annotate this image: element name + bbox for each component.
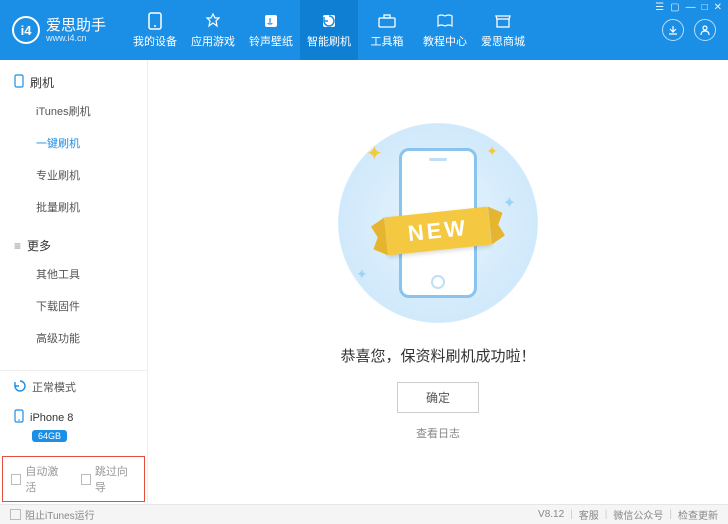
block-itunes-checkbox[interactable]: 阻止iTunes运行 xyxy=(10,507,95,522)
checkbox-icon xyxy=(10,509,21,520)
logo-url: www.i4.cn xyxy=(46,33,106,43)
sidebar-bottom: 正常模式 iPhone 8 64GB 自动激活 跳过向导 xyxy=(0,370,147,504)
phone-icon xyxy=(146,12,164,30)
sidebar-item-itunes-flash[interactable]: iTunes刷机 xyxy=(0,95,147,127)
version-label: V8.12 xyxy=(538,509,564,520)
view-log-link[interactable]: 查看日志 xyxy=(416,425,460,441)
device-row[interactable]: iPhone 8 64GB xyxy=(0,403,147,454)
success-illustration: ✦ ✦ ✦ ✦ NEW xyxy=(338,123,538,323)
footer-link-wechat[interactable]: 微信公众号 xyxy=(613,507,663,522)
star-icon: ✦ xyxy=(486,143,498,160)
sidebar-item-onekey-flash[interactable]: 一键刷机 xyxy=(0,127,147,159)
apps-icon xyxy=(204,12,222,30)
sidebar-item-batch-flash[interactable]: 批量刷机 xyxy=(0,191,147,223)
nav-label: 教程中心 xyxy=(423,33,467,49)
book-icon xyxy=(436,12,454,30)
star-icon: ✦ xyxy=(366,141,383,166)
nav-label: 工具箱 xyxy=(371,33,404,49)
star-icon: ✦ xyxy=(356,266,368,283)
skip-wizard-checkbox[interactable]: 跳过向导 xyxy=(81,463,137,495)
storage-badge: 64GB xyxy=(32,430,67,442)
nav-ringtones[interactable]: 铃声壁纸 xyxy=(242,0,300,60)
window-controls: ☰ ▢ — □ ✕ xyxy=(655,2,722,13)
header-right xyxy=(662,19,716,41)
confirm-button[interactable]: 确定 xyxy=(397,382,479,413)
nav-label: 爱思商城 xyxy=(481,33,525,49)
sidebar-item-other-tools[interactable]: 其他工具 xyxy=(0,258,147,290)
settings-icon[interactable]: ☰ xyxy=(655,2,664,13)
nav-flash[interactable]: 智能刷机 xyxy=(300,0,358,60)
logo-text: 爱思助手 xyxy=(46,18,106,33)
body: 刷机 iTunes刷机 一键刷机 专业刷机 批量刷机 ≡ 更多 其他工具 下载固… xyxy=(0,60,728,504)
nav-my-device[interactable]: 我的设备 xyxy=(126,0,184,60)
mode-label: 正常模式 xyxy=(32,379,76,395)
nav-toolbox[interactable]: 工具箱 xyxy=(358,0,416,60)
sidebar-item-download-firmware[interactable]: 下载固件 xyxy=(0,290,147,322)
logo-mark-icon: i4 xyxy=(12,16,40,44)
mode-row[interactable]: 正常模式 xyxy=(0,371,147,403)
nav-label: 应用游戏 xyxy=(191,33,235,49)
nav-tutorials[interactable]: 教程中心 xyxy=(416,0,474,60)
sidebar-section-more: ≡ 更多 xyxy=(0,231,147,258)
nav-label: 铃声壁纸 xyxy=(249,33,293,49)
phone-outline-icon xyxy=(14,74,24,91)
nav-shop[interactable]: 爱思商城 xyxy=(474,0,532,60)
device-name: iPhone 8 xyxy=(30,412,73,424)
close-icon[interactable]: ✕ xyxy=(714,2,722,13)
refresh-icon xyxy=(14,380,26,395)
more-icon: ≡ xyxy=(14,239,21,253)
nav-label: 我的设备 xyxy=(133,33,177,49)
checkbox-label: 跳过向导 xyxy=(95,463,136,495)
success-message: 恭喜您，保资料刷机成功啦！ xyxy=(340,345,535,366)
download-button[interactable] xyxy=(662,19,684,41)
section-title: 更多 xyxy=(27,237,51,254)
sidebar: 刷机 iTunes刷机 一键刷机 专业刷机 批量刷机 ≡ 更多 其他工具 下载固… xyxy=(0,60,148,504)
sidebar-item-advanced[interactable]: 高级功能 xyxy=(0,322,147,354)
options-row: 自动激活 跳过向导 xyxy=(2,456,145,502)
flash-icon xyxy=(320,12,338,30)
checkbox-icon xyxy=(11,474,21,485)
skin-icon[interactable]: ▢ xyxy=(670,2,679,13)
nav-apps[interactable]: 应用游戏 xyxy=(184,0,242,60)
maximize-icon[interactable]: □ xyxy=(702,2,708,13)
top-nav: 我的设备 应用游戏 铃声壁纸 智能刷机 工具箱 xyxy=(126,0,662,60)
minimize-icon[interactable]: — xyxy=(686,2,696,13)
checkbox-icon xyxy=(81,474,91,485)
sidebar-section-flash: 刷机 xyxy=(0,68,147,95)
logo[interactable]: i4 爱思助手 www.i4.cn xyxy=(12,16,106,44)
music-icon xyxy=(262,12,280,30)
footer: 阻止iTunes运行 V8.12 | 客服 | 微信公众号 | 检查更新 xyxy=(0,504,728,524)
star-icon: ✦ xyxy=(503,193,516,213)
user-button[interactable] xyxy=(694,19,716,41)
toolbox-icon xyxy=(378,12,396,30)
section-title: 刷机 xyxy=(30,74,54,91)
footer-link-update[interactable]: 检查更新 xyxy=(678,507,718,522)
checkbox-label: 自动激活 xyxy=(25,463,66,495)
header: i4 爱思助手 www.i4.cn 我的设备 应用游戏 铃声壁纸 xyxy=(0,0,728,60)
main-content: ✦ ✦ ✦ ✦ NEW 恭喜您，保资料刷机成功啦！ 确定 查看日志 xyxy=(148,60,728,504)
device-phone-icon xyxy=(14,409,24,426)
footer-link-support[interactable]: 客服 xyxy=(579,507,599,522)
shop-icon xyxy=(494,12,512,30)
checkbox-label: 阻止iTunes运行 xyxy=(25,507,95,522)
nav-label: 智能刷机 xyxy=(307,33,351,49)
sidebar-item-pro-flash[interactable]: 专业刷机 xyxy=(0,159,147,191)
auto-activate-checkbox[interactable]: 自动激活 xyxy=(11,463,67,495)
